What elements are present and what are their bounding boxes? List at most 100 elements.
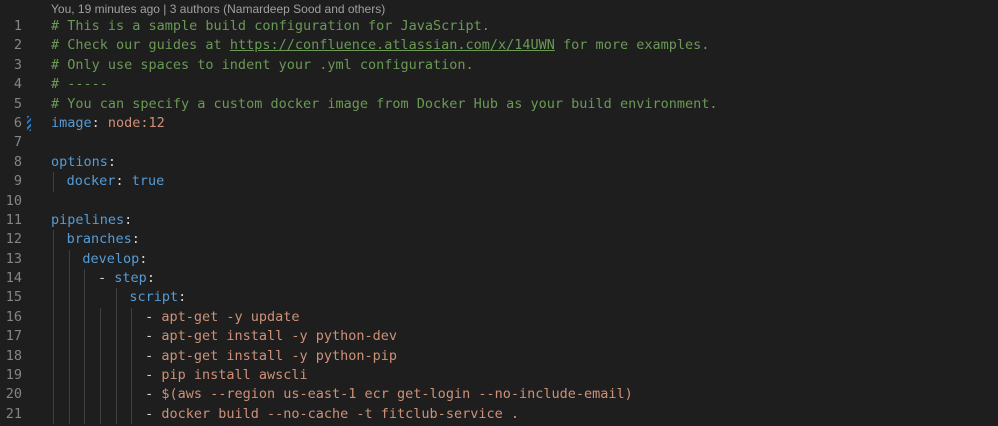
modified-line-gutter-icon[interactable] — [27, 115, 31, 131]
code-token: : — [139, 250, 148, 267]
code-token: - — [145, 347, 162, 364]
line-number: 4 — [13, 76, 22, 93]
code-token: image — [51, 114, 92, 131]
code-line[interactable]: 3 # Only use spaces to indent your .yml c… — [0, 56, 998, 75]
line-number: 11 — [5, 211, 22, 228]
git-blame-codelens[interactable]: You, 19 minutes ago | 3 authors (Namarde… — [51, 1, 385, 17]
code-token: $(aws --region us-east-1 ecr get-login -… — [161, 386, 633, 403]
code-line[interactable]: 16 - apt-get -y update — [0, 307, 998, 328]
indent-guide — [68, 327, 70, 347]
line-number: 16 — [5, 308, 22, 325]
indent-guide — [68, 269, 70, 289]
indent-guide — [68, 346, 70, 367]
code-token: # Only use spaces to indent your .yml co… — [51, 56, 474, 73]
code-line[interactable]: 13 develop: — [0, 249, 998, 270]
indent-guide — [115, 307, 117, 328]
line-content[interactable]: - pip install awscli — [145, 366, 308, 385]
line-content[interactable]: - $(aws --region us-east-1 ecr get-login… — [145, 385, 633, 404]
line-content[interactable]: - apt-get install -y python-dev — [145, 327, 397, 346]
indent-guide — [53, 404, 54, 425]
code-line[interactable]: 4 # ----- — [0, 75, 998, 94]
indent-guide — [68, 404, 70, 425]
indent-guide — [53, 307, 54, 328]
code-line[interactable]: 7 — [0, 133, 998, 152]
indent-guide — [131, 327, 133, 347]
line-number: 13 — [5, 250, 22, 267]
line-content[interactable]: - apt-get install -y python-pip — [145, 347, 397, 366]
code-line[interactable]: 8 options: — [0, 153, 998, 172]
line-content[interactable]: # Check our guides at https://confluence… — [51, 36, 709, 55]
line-content[interactable]: # This is a sample build configuration f… — [51, 17, 490, 36]
indent-guide — [100, 307, 102, 328]
code-line[interactable]: 5 # You can specify a custom docker image… — [0, 95, 998, 114]
code-token: : — [115, 173, 132, 190]
indent-guide — [84, 288, 86, 308]
indent-guide — [68, 249, 70, 270]
indent-guide — [131, 366, 133, 386]
line-content[interactable]: script: — [129, 288, 186, 307]
line-number: 1 — [13, 18, 22, 34]
line-content[interactable]: # Only use spaces to indent your .yml co… — [51, 56, 474, 75]
code-line[interactable]: 1 # This is a sample build configuration … — [0, 17, 998, 36]
line-content[interactable]: - apt-get -y update — [145, 308, 299, 327]
code-line[interactable]: 18 - apt-get install -y python-pip — [0, 346, 998, 367]
indent-guide — [84, 366, 86, 386]
line-content[interactable]: develop: — [82, 250, 147, 269]
line-number: 17 — [5, 328, 22, 345]
indent-guide — [100, 346, 102, 367]
code-token: apt-get -y update — [161, 308, 300, 325]
line-content[interactable]: image: node:12 — [51, 114, 165, 133]
indent-guide — [68, 385, 70, 405]
line-content[interactable]: # ----- — [51, 75, 108, 94]
code-token: : — [146, 270, 155, 287]
code-token: - — [145, 405, 162, 422]
indent-guide — [131, 404, 133, 425]
line-number: 9 — [13, 173, 22, 190]
code-line[interactable]: 20 - $(aws --region us-east-1 ecr get-log… — [0, 385, 998, 405]
code-editor[interactable]: You, 19 minutes ago | 3 authors (Namarde… — [0, 0, 998, 426]
code-line[interactable]: 11 pipelines: — [0, 211, 998, 230]
line-number: 10 — [5, 192, 22, 209]
line-content[interactable]: docker: true — [67, 172, 165, 191]
line-content[interactable]: branches: — [67, 230, 140, 249]
indent-guide — [53, 366, 54, 386]
code-line[interactable]: 19 - pip install awscli — [0, 366, 998, 386]
line-content[interactable]: # You can specify a custom docker image … — [51, 95, 717, 114]
indent-guide — [115, 346, 117, 367]
indent-guide — [53, 385, 54, 405]
code-line[interactable]: 12 branches: — [0, 230, 998, 250]
indent-guide — [131, 346, 133, 367]
line-number: 21 — [5, 405, 22, 422]
indent-guide — [53, 269, 54, 289]
indent-guide — [115, 327, 117, 347]
line-content[interactable]: - docker build --no-cache -t fitclub-ser… — [145, 405, 519, 424]
code-token: apt-get install -y python-pip — [161, 347, 398, 364]
code-line[interactable]: 21 - docker build --no-cache -t fitclub-s… — [0, 404, 998, 425]
line-content[interactable]: - step: — [98, 269, 155, 288]
code-token: # You can specify a custom docker image … — [51, 95, 718, 112]
indent-guide — [53, 288, 54, 308]
indent-guide — [100, 404, 102, 425]
code-link[interactable]: https://confluence.atlassian.com/x/14UWN — [230, 37, 555, 53]
code-line[interactable]: 14 - step: — [0, 269, 998, 289]
code-token: : — [131, 231, 140, 248]
code-line[interactable]: 15 script: — [0, 288, 998, 308]
code-line[interactable]: 6 image: node:12 — [0, 114, 998, 133]
indent-guide — [100, 327, 102, 347]
code-line[interactable]: 10 — [0, 192, 998, 211]
code-token: docker — [66, 173, 116, 190]
code-line[interactable]: 17 - apt-get install -y python-dev — [0, 327, 998, 347]
code-line[interactable]: 2 # Check our guides at https://confluenc… — [0, 36, 998, 55]
indent-guide — [84, 385, 86, 405]
line-content[interactable]: pipelines: — [51, 211, 132, 230]
code-token: - — [145, 386, 162, 403]
line-number: 3 — [13, 56, 22, 73]
line-number: 19 — [5, 367, 22, 384]
indent-guide — [84, 404, 86, 425]
code-line[interactable]: 9 docker: true — [0, 172, 998, 192]
indent-guide — [115, 366, 117, 386]
line-content[interactable]: options: — [51, 153, 116, 172]
code-lines[interactable]: 1 # This is a sample build configuration … — [0, 17, 998, 425]
indent-guide — [53, 346, 54, 367]
indent-guide — [84, 269, 86, 289]
